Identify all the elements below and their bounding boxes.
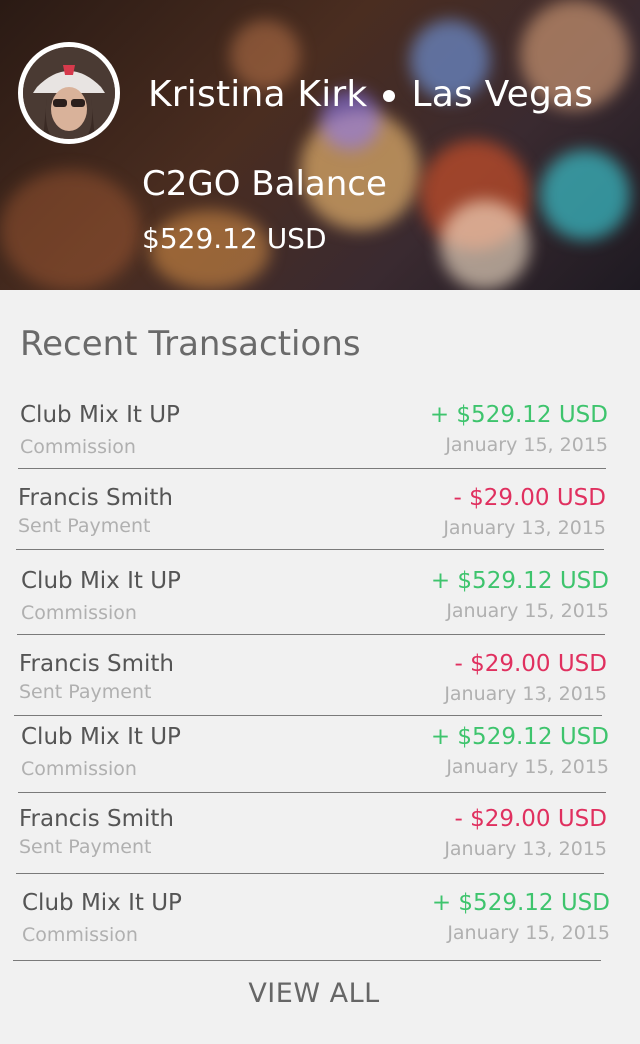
row-divider — [16, 549, 604, 550]
row-divider — [14, 715, 602, 716]
section-title: Recent Transactions — [20, 324, 361, 364]
transaction-row[interactable]: Club Mix It UP Commission + $529.12 USD … — [20, 402, 608, 462]
row-divider — [17, 634, 605, 635]
row-divider — [16, 873, 604, 874]
transaction-row[interactable]: Club Mix It UP Commission + $529.12 USD … — [22, 890, 610, 950]
transaction-name: Club Mix It UP — [21, 568, 181, 594]
transaction-date: January 15, 2015 — [445, 434, 608, 456]
transaction-amount: + $529.12 USD — [430, 724, 609, 750]
row-divider — [18, 792, 606, 793]
transaction-amount: + $529.12 USD — [429, 402, 608, 428]
transaction-amount: - $29.00 USD — [454, 651, 607, 677]
transaction-date: January 13, 2015 — [444, 838, 607, 860]
user-name-location: Kristina Kirk Las Vegas — [148, 74, 593, 115]
bokeh-light — [540, 150, 630, 240]
transaction-name: Club Mix It UP — [21, 724, 181, 750]
user-name: Kristina Kirk — [148, 74, 368, 115]
row-divider — [13, 960, 601, 961]
transaction-row[interactable]: Francis Smith Sent Payment - $29.00 USD … — [19, 806, 607, 866]
transaction-name: Francis Smith — [19, 806, 175, 832]
transaction-date: January 15, 2015 — [446, 600, 609, 622]
transaction-type: Commission — [20, 436, 136, 458]
transaction-amount: - $29.00 USD — [454, 806, 607, 832]
avatar[interactable] — [23, 47, 115, 139]
transaction-row[interactable]: Club Mix It UP Commission + $529.12 USD … — [21, 568, 609, 628]
transaction-type: Sent Payment — [19, 681, 152, 703]
transaction-name: Francis Smith — [18, 485, 174, 511]
balance-amount: $529.12 USD — [142, 222, 327, 255]
transaction-type: Sent Payment — [19, 836, 152, 858]
transaction-type: Commission — [21, 602, 137, 624]
transaction-amount: - $29.00 USD — [453, 485, 606, 511]
transaction-row[interactable]: Club Mix It UP Commission + $529.12 USD … — [21, 724, 609, 784]
transaction-date: January 13, 2015 — [444, 683, 607, 705]
transaction-date: January 15, 2015 — [446, 756, 609, 778]
transaction-amount: + $529.12 USD — [430, 568, 609, 594]
row-divider — [18, 468, 606, 469]
balance-title: C2GO Balance — [142, 164, 387, 204]
transaction-type: Sent Payment — [18, 515, 151, 537]
view-all-button[interactable]: VIEW ALL — [0, 978, 628, 1009]
transaction-type: Commission — [22, 924, 138, 946]
transaction-name: Club Mix It UP — [20, 402, 180, 428]
transaction-name: Club Mix It UP — [22, 890, 182, 916]
transaction-type: Commission — [21, 758, 137, 780]
bullet-dot-icon — [383, 90, 396, 102]
user-location: Las Vegas — [411, 74, 594, 115]
transaction-name: Francis Smith — [19, 651, 175, 677]
transaction-row[interactable]: Francis Smith Sent Payment - $29.00 USD … — [18, 485, 606, 545]
transaction-date: January 15, 2015 — [447, 922, 610, 944]
user-avatar-icon — [23, 47, 115, 139]
transaction-date: January 13, 2015 — [443, 517, 606, 539]
profile-header: Kristina Kirk Las Vegas C2GO Balance $529… — [0, 0, 640, 290]
transaction-amount: + $529.12 USD — [431, 890, 610, 916]
bokeh-light — [0, 170, 140, 290]
bokeh-light — [440, 200, 530, 290]
avatar-ring[interactable] — [18, 42, 120, 144]
transaction-row[interactable]: Francis Smith Sent Payment - $29.00 USD … — [19, 651, 607, 711]
